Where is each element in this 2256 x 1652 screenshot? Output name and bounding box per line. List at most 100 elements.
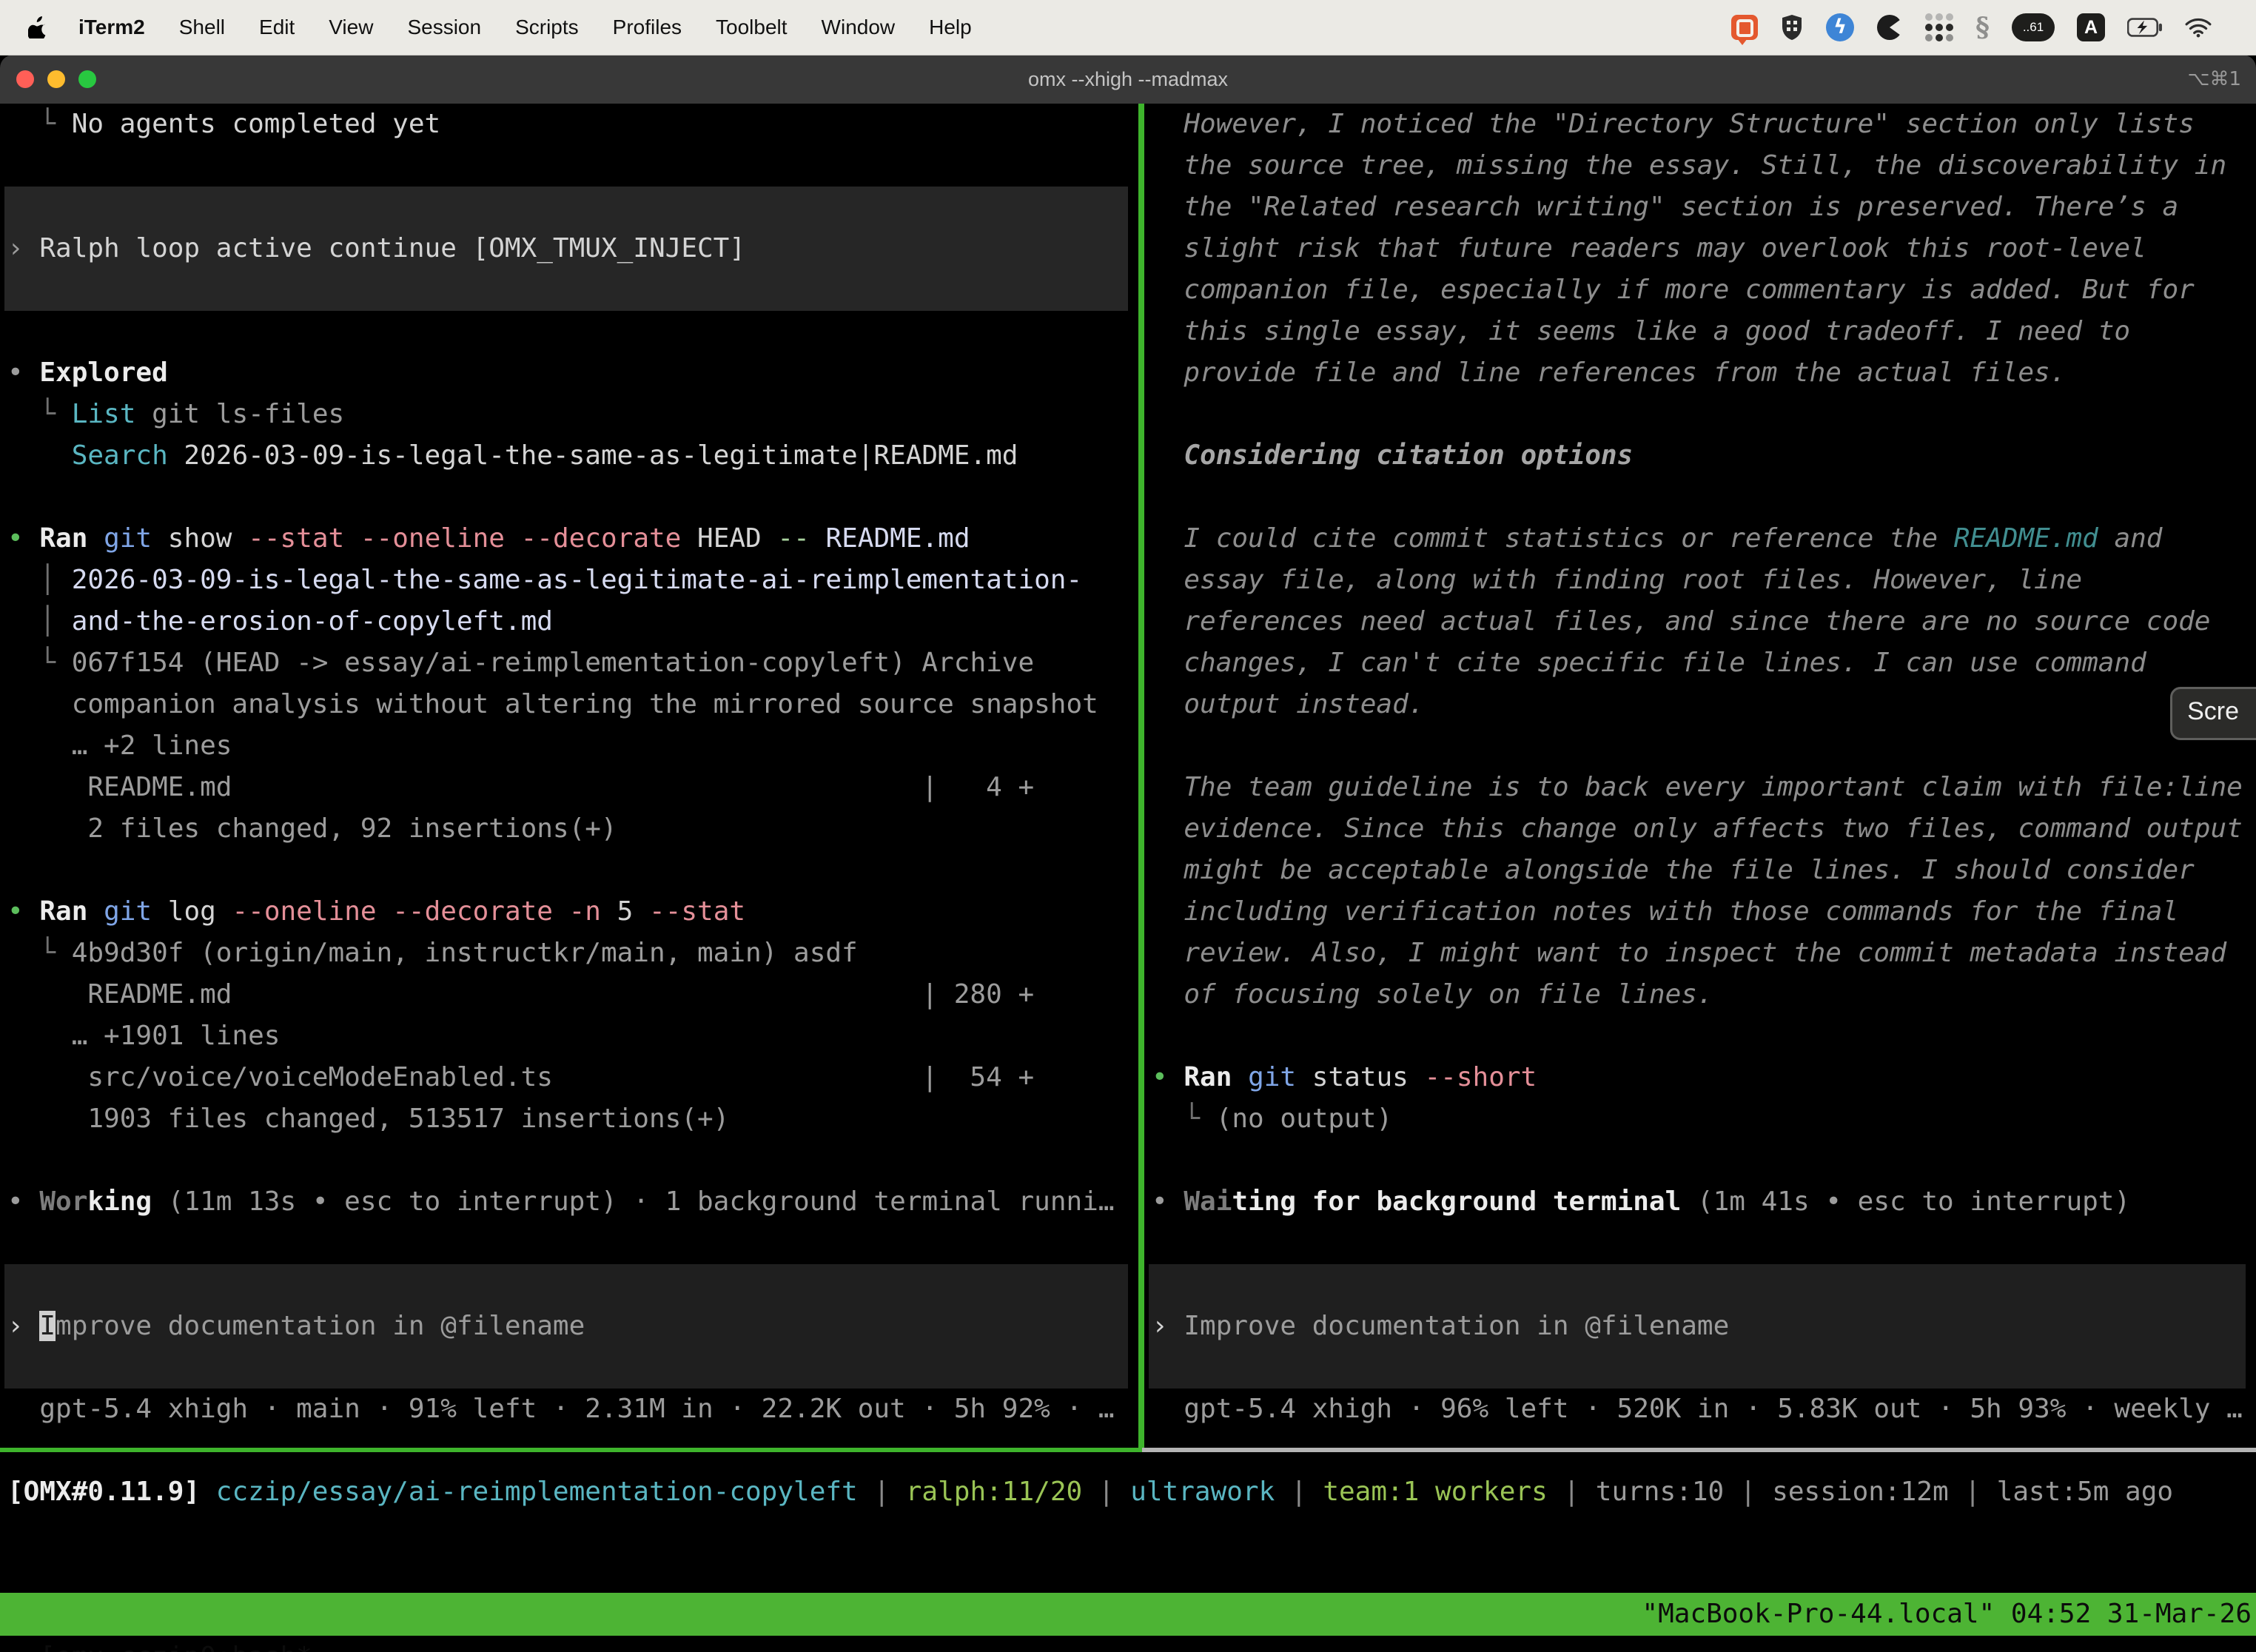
text-segment: the source tree, missing the essay. Stil… <box>1152 150 2226 181</box>
text-segment: │ <box>7 606 72 637</box>
terminal-line: evidence. Since this change only affects… <box>1144 808 2256 850</box>
badge-61-icon[interactable]: ..61 <box>2012 13 2055 41</box>
text-segment: the "Related research writing" section i… <box>1152 192 2178 222</box>
apple-logo-svg <box>28 16 47 38</box>
text-segment: evidence. Since this change only affects… <box>1152 813 2243 844</box>
terminal-line: • Explored <box>0 352 1138 394</box>
text-segment <box>7 440 72 471</box>
terminal-line: essay file, along with finding root file… <box>1144 560 2256 601</box>
text-segment: ting for background terminal <box>1232 1186 1681 1217</box>
terminal-line <box>1144 1140 2256 1181</box>
text-segment: status <box>1296 1062 1424 1092</box>
text-segment <box>1232 1062 1248 1092</box>
squiggle-icon[interactable]: § <box>1975 14 1990 41</box>
chat-app-icon[interactable] <box>1731 15 1758 40</box>
wifi-icon[interactable] <box>2185 17 2212 38</box>
text-segment: and-the-erosion-of-copyleft.md <box>72 606 553 637</box>
terminal-line: I could cite commit statistics or refere… <box>1144 518 2256 560</box>
tmux-session-label[interactable]: [omx-cczip0:bash* <box>32 1642 312 1652</box>
text-segment: changes, I can't cite specific file line… <box>1152 648 2146 678</box>
menu-item-help[interactable]: Help <box>929 16 972 39</box>
text-segment: └ <box>7 109 72 139</box>
terminal-line <box>1149 1264 2246 1306</box>
text-segment: Ran <box>1184 1062 1232 1092</box>
text-segment: --oneline --decorate -n <box>232 896 601 927</box>
text-segment: Search <box>72 440 168 471</box>
screen-popup-button[interactable]: Scre <box>2170 687 2256 740</box>
text-segment: including verification notes with those … <box>1152 896 2178 927</box>
terminal-line: • Waiting for background terminal (1m 41… <box>1144 1181 2256 1223</box>
bolt-badge-icon[interactable]: ϟ <box>1826 13 1854 41</box>
dots-grid-icon[interactable] <box>1925 13 1953 41</box>
letter-a-icon[interactable]: A <box>2077 13 2105 41</box>
omx-bar-segment: cczip/essay/ai-reimplementation-copyleft <box>216 1477 858 1507</box>
pane-border-bottom-right <box>1142 1448 2256 1452</box>
menu-item-shell[interactable]: Shell <box>179 16 225 39</box>
terminal-line: README.md | 4 + <box>0 767 1138 808</box>
text-segment: (no output) <box>1216 1104 1392 1134</box>
battery-icon[interactable] <box>2127 18 2163 37</box>
terminal-line <box>1144 394 2256 435</box>
text-segment: companion file, especially if more comme… <box>1152 275 2195 305</box>
menu-item-scripts[interactable]: Scripts <box>515 16 579 39</box>
text-segment: mprove documentation in @filename <box>56 1311 585 1341</box>
apple-icon[interactable] <box>28 16 47 38</box>
terminal-line: • Working (11m 13s • esc to interrupt) ·… <box>0 1181 1138 1223</box>
text-segment: 2 files changed, 92 insertions(+) <box>7 813 617 844</box>
terminal-line: … +1901 lines <box>0 1015 1138 1057</box>
terminal-line: • Ran git status --short <box>1144 1057 2256 1098</box>
menu-item-profiles[interactable]: Profiles <box>613 16 682 39</box>
text-segment: Wor <box>39 1186 87 1217</box>
omx-bar-segment: | <box>1724 1477 1772 1507</box>
omx-bar-segment: [OMX#0.11.9] <box>7 1477 216 1507</box>
terminal-line: this single essay, it seems like a good … <box>1144 311 2256 352</box>
text-segment: (1m 41s • esc to interrupt) <box>1681 1186 2130 1217</box>
terminal-line: slight risk that future readers may over… <box>1144 228 2256 269</box>
omx-bar-segment: session:12m <box>1772 1477 1948 1507</box>
terminal-line <box>0 1140 1138 1181</box>
menu-item-view[interactable]: View <box>329 16 373 39</box>
menu-item-iterm2[interactable]: iTerm2 <box>78 16 145 39</box>
terminal-line <box>0 145 1138 187</box>
prompt-input-left[interactable]: › Improve documentation in @filename <box>4 1264 1128 1389</box>
terminal-line <box>1144 477 2256 518</box>
text-segment: │ <box>7 565 72 595</box>
text-segment <box>87 523 104 554</box>
text-segment: Explored <box>39 357 167 388</box>
omx-bar-segment: | <box>1082 1477 1130 1507</box>
tmux-pane-right[interactable]: However, I noticed the "Directory Struct… <box>1144 104 2256 1448</box>
window-title-bar[interactable]: omx --xhigh --madmax ⌥⌘1 <box>0 55 2256 104</box>
terminal-line: 1903 files changed, 513517 insertions(+) <box>0 1098 1138 1140</box>
terminal-line <box>0 311 1138 352</box>
terminal-line <box>4 1347 1128 1389</box>
text-segment: README.md <box>825 523 970 554</box>
omx-status-bar: [OMX#0.11.9] cczip/essay/ai-reimplementa… <box>0 1471 2256 1513</box>
terminal-line: └ No agents completed yet <box>0 104 1138 145</box>
terminal-line <box>0 477 1138 518</box>
shield-grid-icon[interactable] <box>1780 13 1804 41</box>
omx-bar-segment: team:1 workers <box>1323 1477 1547 1507</box>
terminal-line <box>4 1264 1128 1306</box>
tmux-host-time: "MacBook-Pro-44.local" 04:52 31-Mar-26 <box>1642 1593 2252 1636</box>
ralph-loop-banner[interactable]: › Ralph loop active continue [OMX_TMUX_I… <box>4 187 1128 311</box>
text-segment: companion analysis without altering the … <box>7 689 1098 719</box>
terminal-line: companion file, especially if more comme… <box>1144 269 2256 311</box>
text-segment: review. Also, I might want to inspect th… <box>1152 938 2226 968</box>
prompt-input-right[interactable]: › Improve documentation in @filename <box>1149 1264 2246 1389</box>
terminal-line: └ 067f154 (HEAD -> essay/ai-reimplementa… <box>0 642 1138 684</box>
terminal-line: However, I noticed the "Directory Struct… <box>1144 104 2256 145</box>
text-segment: README.md <box>1954 523 2098 554</box>
menu-item-window[interactable]: Window <box>822 16 896 39</box>
terminal-line: 2 files changed, 92 insertions(+) <box>0 808 1138 850</box>
menu-item-toolbelt[interactable]: Toolbelt <box>716 16 788 39</box>
text-segment: -- <box>777 523 809 554</box>
terminal-line: Considering citation options <box>1144 435 2256 477</box>
tmux-pane-left[interactable]: └ No agents completed yet › Ralph loop a… <box>0 104 1138 1448</box>
menu-item-edit[interactable]: Edit <box>259 16 295 39</box>
text-segment: show <box>152 523 248 554</box>
text-segment: git ls-files <box>135 399 344 429</box>
pane-divider-vertical[interactable] <box>1138 104 1144 1452</box>
text-segment: gpt-5.4 xhigh · main · 91% left · 2.31M … <box>7 1394 1115 1424</box>
notch-circle-icon[interactable] <box>1876 14 1903 41</box>
menu-item-session[interactable]: Session <box>407 16 481 39</box>
